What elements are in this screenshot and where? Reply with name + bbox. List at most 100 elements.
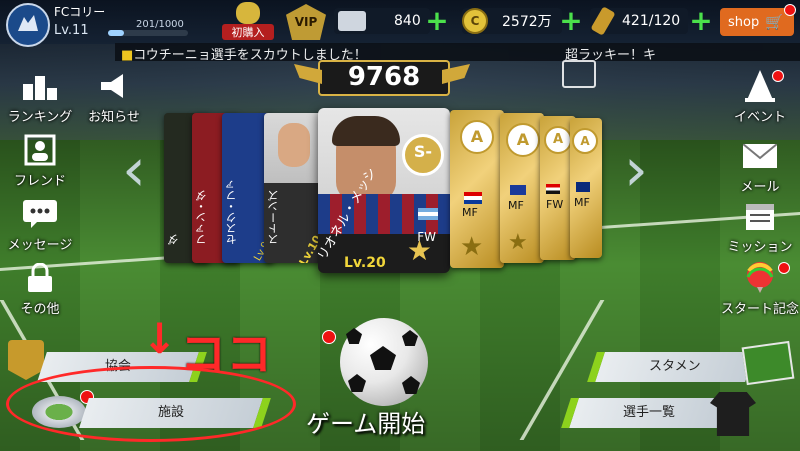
ticket-count: 840 <box>394 13 421 29</box>
player-card[interactable]: ストーンズ Lv.10 <box>264 113 324 263</box>
menu-mission-label: ミッション <box>727 240 793 255</box>
menu-ranking-label: ランキング <box>7 110 73 125</box>
coin-icon: C <box>462 8 488 34</box>
rank-badge: A <box>460 120 494 154</box>
player-list-label: 選手一覧 <box>622 405 675 420</box>
menu-mail-label: メール <box>740 180 780 195</box>
notification-dot <box>772 70 784 82</box>
xp-bar-fill <box>108 30 125 36</box>
menu-friends[interactable]: フレンド <box>0 130 80 189</box>
jersey-icon <box>710 392 756 436</box>
notification-dot <box>322 330 336 344</box>
australia-flag-icon <box>576 182 590 192</box>
player-position: MF <box>574 196 590 209</box>
player-position: FW <box>546 198 564 211</box>
coin-counter: C 2572万 <box>462 8 562 34</box>
menu-event-label: イベント <box>733 110 786 125</box>
menu-other[interactable]: その他 <box>0 258 80 317</box>
player-list-button[interactable]: 選手一覧 <box>561 398 729 428</box>
rank-badge: A <box>544 126 572 154</box>
player-card-name: セスク・ファ <box>225 179 238 245</box>
gold-bag-icon <box>236 2 260 24</box>
ticket-icon <box>338 11 366 31</box>
vip-button[interactable]: VIP <box>286 4 326 40</box>
first-purchase-button[interactable]: 初購入 <box>222 2 274 42</box>
mail-icon <box>740 136 780 176</box>
ticket-counter: 840 <box>334 8 430 34</box>
formation-board-icon <box>741 340 795 386</box>
megaphone-icon <box>94 66 134 106</box>
rank-badge: A <box>572 128 598 154</box>
add-stamina-button[interactable]: + <box>688 7 714 35</box>
menu-news-label: お知らせ <box>88 110 140 125</box>
balloon-icon <box>740 258 780 298</box>
menu-messages-label: メッセージ <box>7 238 73 253</box>
player-card-name: ストーンズ <box>267 190 280 245</box>
notification-dot <box>784 4 796 16</box>
croatia-flag-icon <box>464 192 482 204</box>
stamina-count: 421/120 <box>622 13 681 29</box>
club-emblem-icon[interactable] <box>6 3 50 47</box>
menu-event[interactable]: イベント <box>720 66 800 125</box>
featured-player-card[interactable]: S- FW リオネル・メッシ Lv.20 ★ <box>318 108 450 273</box>
vip-label: VIP <box>294 15 318 29</box>
ball-panel <box>402 330 418 346</box>
lineup-button[interactable]: スタメン <box>587 352 755 382</box>
top-bar: FCコリー Lv.11 201/1000 初購入 VIP 840 + C 257… <box>0 0 800 47</box>
player-card[interactable]: A MF <box>570 118 602 258</box>
player-level: Lv.11 <box>54 23 89 38</box>
next-card-arrow[interactable]: › <box>618 140 654 200</box>
calendar-icon <box>740 196 780 236</box>
coin-count: 2572万 <box>502 14 552 30</box>
argentina-flag-icon <box>418 208 438 220</box>
xp-text: 201/1000 <box>136 19 184 30</box>
cart-icon: 🛒 <box>765 13 784 31</box>
message-icon <box>20 194 60 234</box>
menu-other-label: その他 <box>20 302 60 317</box>
iceland-flag-icon <box>510 185 526 195</box>
menu-mission[interactable]: ミッション <box>720 196 800 255</box>
menu-ranking[interactable]: ランキング <box>0 66 80 125</box>
player-card-name: ファン・ダ <box>195 190 208 245</box>
club-name: FCコリー <box>54 5 106 19</box>
energy-drink-icon <box>590 6 616 36</box>
rank-badge: A <box>506 123 540 157</box>
team-power-score: 9768 <box>318 60 450 96</box>
news-ticker: ■コウチーニョ選手をスカウトしました！ 超ラッキー！キ <box>115 43 800 63</box>
player-position: MF <box>508 199 524 212</box>
previous-card-arrow[interactable]: ‹ <box>116 140 152 200</box>
rank-badge: S- <box>402 134 444 176</box>
menu-messages[interactable]: メッセージ <box>0 194 80 253</box>
menu-friends-label: フレンド <box>13 174 66 189</box>
star-icon: ★ <box>460 232 484 262</box>
player-hair <box>332 116 400 146</box>
ball-panel <box>370 346 396 370</box>
podium-icon <box>20 66 60 106</box>
formation-icon[interactable] <box>562 60 596 88</box>
add-ticket-button[interactable]: + <box>424 7 450 35</box>
lineup-label: スタメン <box>649 359 701 374</box>
add-coin-button[interactable]: + <box>558 7 584 35</box>
egypt-flag-icon <box>546 184 560 194</box>
notification-dot <box>778 262 790 274</box>
start-game-label[interactable]: ゲーム開始 <box>306 404 425 439</box>
ball-panel <box>348 374 366 392</box>
annotation-arrow: ↓ <box>142 314 178 363</box>
annotation-circle <box>6 366 296 442</box>
player-card[interactable]: A MF ★ <box>500 113 544 263</box>
star-icon: ★ <box>508 230 528 255</box>
player-card-name: ダ <box>167 234 180 245</box>
first-purchase-label: 初購入 <box>222 24 274 40</box>
start-game-ball[interactable] <box>340 318 428 406</box>
lock-icon <box>20 258 60 298</box>
menu-mail[interactable]: メール <box>720 136 800 195</box>
player-card[interactable]: A MF ★ <box>450 110 504 268</box>
stamina-counter: 421/120 <box>590 6 688 36</box>
xp-bar <box>108 30 188 36</box>
game-home-screen: FCコリー Lv.11 201/1000 初購入 VIP 840 + C 257… <box>0 0 800 451</box>
shop-button[interactable]: shop 🛒 <box>720 8 794 36</box>
player-level: Lv.20 <box>344 255 386 271</box>
shop-label: shop <box>728 14 760 30</box>
menu-news[interactable]: お知らせ <box>74 66 154 125</box>
friend-icon <box>20 130 60 170</box>
